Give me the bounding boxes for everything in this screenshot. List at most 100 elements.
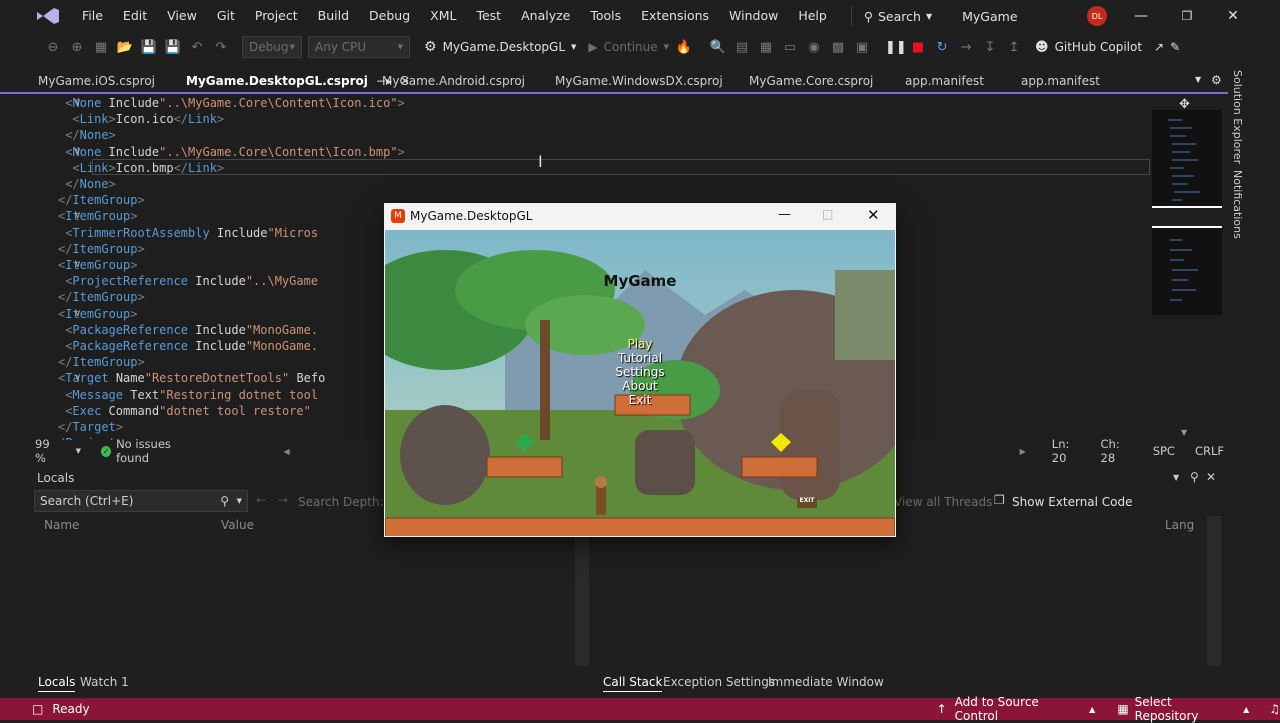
platform-select[interactable]: Any CPU ▼ <box>308 36 410 58</box>
view-threads-link[interactable]: View all Threads <box>894 495 992 509</box>
step-over-icon[interactable]: → <box>957 40 975 55</box>
continue-button[interactable]: Continue <box>604 40 658 54</box>
share-icon[interactable]: ↗ <box>1154 40 1164 54</box>
step-into-icon[interactable]: ↧ <box>981 40 999 55</box>
menu-view[interactable]: View <box>157 0 207 32</box>
minimap-viewport[interactable] <box>1152 206 1222 228</box>
pin-icon[interactable]: ⚲ <box>1190 470 1199 484</box>
column-value[interactable]: Value <box>221 518 254 532</box>
output-icon[interactable]: □ <box>32 702 43 716</box>
solution-explorer-tab[interactable]: Solution Explorer <box>1231 70 1244 164</box>
scroll-down-icon[interactable]: ▼ <box>1181 428 1187 437</box>
back-icon[interactable]: ⊖ <box>44 40 62 55</box>
menu-extensions[interactable]: Extensions <box>631 0 719 32</box>
issues-status[interactable]: No issues found <box>116 437 199 465</box>
code-line[interactable]: <None Include"..\MyGame.Core\Content\Ico… <box>65 95 405 111</box>
tab-windowsdx-csproj[interactable]: MyGame.WindowsDX.csproj <box>547 70 723 92</box>
menu-about[interactable]: About <box>385 379 895 393</box>
menu-tutorial[interactable]: Tutorial <box>385 351 895 365</box>
code-line[interactable]: <ItemGroup> <box>58 306 138 322</box>
chevron-down-icon[interactable]: ▼ <box>1173 473 1179 482</box>
layout-icon[interactable]: ▤ <box>733 40 751 55</box>
menu-project[interactable]: Project <box>245 0 308 32</box>
camera-icon[interactable]: ◉ <box>805 40 823 55</box>
fold-toggle-icon[interactable]: ∨ <box>74 259 81 270</box>
tab-app-manifest[interactable]: app.manifest <box>897 70 984 92</box>
code-line[interactable]: <Target Name"RestoreDotnetTools" Befo <box>58 370 325 386</box>
open-folder-icon[interactable]: 📂 <box>116 40 134 55</box>
vertical-scrollbar[interactable] <box>1207 516 1221 666</box>
code-line[interactable]: <None Include"..\MyGame.Core\Content\Ico… <box>65 144 405 160</box>
code-line[interactable]: </ItemGroup> <box>58 289 145 305</box>
code-line[interactable]: <PackageReference Include"MonoGame. <box>65 322 318 338</box>
save-icon[interactable]: 💾 <box>140 40 158 55</box>
code-line[interactable]: </ItemGroup> <box>58 192 145 208</box>
code-line[interactable]: </Target> <box>58 419 123 435</box>
tab-android-csproj[interactable]: MyGame.Android.csproj <box>374 70 525 92</box>
feedback-icon[interactable]: ✎ <box>1170 40 1180 54</box>
code-line[interactable]: <Link>Icon.ico</Link> <box>72 111 224 127</box>
close-button[interactable]: ✕ <box>1210 0 1256 32</box>
fold-toggle-icon[interactable]: ∨ <box>74 97 81 108</box>
close-icon[interactable]: ✕ <box>1206 470 1216 484</box>
tab-immediate-window[interactable]: Immediate Window <box>768 672 884 692</box>
hot-reload-icon[interactable]: 🔥 <box>675 40 693 55</box>
game-canvas[interactable]: MyGame Play Tutorial Settings About Exit… <box>385 230 895 536</box>
tab-app-manifest-2[interactable]: app.manifest <box>1013 70 1100 92</box>
menu-window[interactable]: Window <box>719 0 788 32</box>
vertical-scrollbar[interactable] <box>575 516 589 666</box>
device-icon[interactable]: ▭ <box>781 40 799 55</box>
menu-debug[interactable]: Debug <box>359 0 420 32</box>
code-line[interactable]: </ItemGroup> <box>58 354 145 370</box>
code-line[interactable]: <ItemGroup> <box>58 208 138 224</box>
browse-icon[interactable]: 🔍 <box>709 40 727 55</box>
menu-analyze[interactable]: Analyze <box>511 0 580 32</box>
close-icon[interactable]: ✕ <box>867 206 880 224</box>
game-window[interactable]: M MyGame.DesktopGL — □ ✕ MyGame Play Tut… <box>384 203 896 537</box>
menu-xml[interactable]: XML <box>420 0 466 32</box>
forward-icon[interactable]: ⊕ <box>68 40 86 55</box>
fold-toggle-icon[interactable]: ∨ <box>74 308 81 319</box>
restart-icon[interactable]: ↻ <box>933 40 951 55</box>
tab-desktopgl-csproj[interactable]: MyGame.DesktopGL.csproj −▸ ✕ <box>178 70 410 92</box>
line-ending[interactable]: CRLF <box>1195 444 1224 458</box>
menu-play[interactable]: Play <box>385 337 895 351</box>
tab-exception-settings[interactable]: Exception Settings <box>663 672 775 692</box>
code-line[interactable]: <Message Text"Restoring dotnet tool <box>65 387 318 403</box>
code-line[interactable]: <ProjectReference Include"..\MyGame <box>65 273 318 289</box>
zoom-level[interactable]: 99 % <box>35 437 62 465</box>
search-input[interactable]: Search (Ctrl+E) ⚲ ▼ <box>34 490 248 512</box>
show-external-code-button[interactable]: Show External Code <box>1012 495 1133 509</box>
forward-icon[interactable]: → <box>278 493 288 507</box>
tab-overflow-icon[interactable]: ▼ <box>1195 75 1201 84</box>
code-minimap[interactable] <box>1152 110 1222 315</box>
undo-icon[interactable]: ↶ <box>188 40 206 55</box>
menu-build[interactable]: Build <box>308 0 359 32</box>
copilot-button[interactable]: GitHub Copilot <box>1055 40 1142 54</box>
code-line[interactable]: </None> <box>65 127 116 143</box>
stop-icon[interactable]: ■ <box>909 40 927 55</box>
maximize-button[interactable]: ❐ <box>1164 0 1210 32</box>
code-line[interactable]: </ItemGroup> <box>58 241 145 257</box>
spacing-mode[interactable]: SPC <box>1153 444 1175 458</box>
diagnostics-icon[interactable]: ▣ <box>853 40 871 55</box>
code-line[interactable]: <ItemGroup> <box>58 257 138 273</box>
scroll-left-icon[interactable]: ◀ <box>283 447 289 456</box>
column-name[interactable]: Name <box>44 518 79 532</box>
notification-bell-icon[interactable]: ♫ <box>1269 702 1280 716</box>
menu-tools[interactable]: Tools <box>580 0 631 32</box>
menu-file[interactable]: File <box>72 0 113 32</box>
source-control-button[interactable]: Add to Source Control <box>955 695 1084 723</box>
code-line[interactable]: </None> <box>65 176 116 192</box>
pause-icon[interactable]: ❚❚ <box>885 40 907 55</box>
step-icon[interactable]: ▦ <box>757 40 775 55</box>
chevron-down-icon[interactable]: ▼ <box>76 447 81 455</box>
column-lang[interactable]: Lang <box>1165 518 1194 532</box>
notifications-tab[interactable]: Notifications <box>1231 170 1244 239</box>
game-title-bar[interactable]: M MyGame.DesktopGL — □ ✕ <box>384 203 896 229</box>
new-item-icon[interactable]: ▦ <box>92 40 110 55</box>
startup-project[interactable]: MyGame.DesktopGL <box>443 40 565 54</box>
gear-icon[interactable]: ⚙ <box>1211 73 1222 87</box>
code-line[interactable]: <PackageReference Include"MonoGame. <box>65 338 318 354</box>
menu-edit[interactable]: Edit <box>113 0 157 32</box>
